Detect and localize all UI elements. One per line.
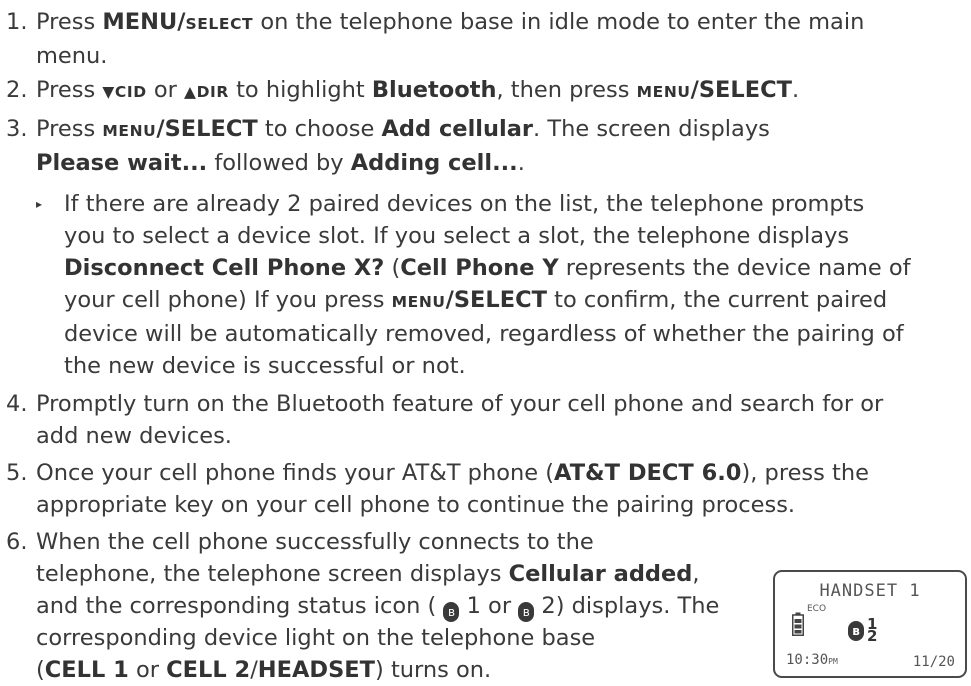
disconnect-term: Disconnect Cell Phone X? <box>64 255 385 281</box>
battery-icon <box>792 612 804 645</box>
select-key: SELECT <box>185 15 254 33</box>
bullet-note: ▸ If there are already 2 paired devices … <box>0 188 964 382</box>
menu-key: MENU <box>102 122 157 140</box>
select-key: /SELECT <box>445 287 547 313</box>
step-3: 3. Press MENU/SELECT to choose Add cellu… <box>0 113 971 179</box>
select-key: /SELECT <box>156 116 258 142</box>
select-key: /SELECT <box>690 77 792 103</box>
please-wait-term: Please wait... <box>36 150 208 176</box>
bluetooth-icon: ʙ <box>518 602 535 622</box>
manual-page: 1. Press MENU/SELECT on the telephone ba… <box>0 0 971 683</box>
bluetooth-icon: ʙ <box>443 602 460 622</box>
menu-key: MENU <box>636 83 691 101</box>
cell-1-term: CELL 1 <box>44 657 129 683</box>
step-number: 4. <box>6 391 28 417</box>
step-2: 2. Press ▼CID or ▲DIR to highlight Bluet… <box>0 74 971 108</box>
menu-key: MENU/ <box>102 9 186 35</box>
headset-term: HEADSET <box>257 657 376 683</box>
date-display: 11/20 <box>912 654 955 670</box>
clock-time: 10:30PM <box>786 652 838 668</box>
dir-key: ▲DIR <box>184 83 229 101</box>
cellular-added-term: Cellular added <box>508 561 693 587</box>
dect-term: AT&T DECT 6.0 <box>554 460 742 486</box>
cid-key: ▼CID <box>102 83 147 101</box>
bullet-marker: ▸ <box>36 197 43 211</box>
step-number: 1. <box>6 9 28 35</box>
step-number: 6. <box>6 529 28 555</box>
step-number: 2. <box>6 77 28 103</box>
adding-cell-term: Adding cell... <box>350 150 518 176</box>
bluetooth-icon: ʙ <box>848 621 864 641</box>
cell-2-term: CELL 2 <box>166 657 251 683</box>
add-cellular-term: Add cellular <box>381 116 534 142</box>
handset-title: HANDSET 1 <box>819 581 921 601</box>
step-1: 1. Press MENU/SELECT on the telephone ba… <box>0 6 971 72</box>
menu-key: MENU <box>391 293 446 311</box>
step-4: 4. Promptly turn on the Bluetooth featur… <box>0 388 971 452</box>
bluetooth-status-icons: ʙ12 <box>848 617 877 644</box>
eco-indicator: ECO <box>807 604 827 614</box>
step-5: 5. Once your cell phone finds your AT&T … <box>0 457 971 521</box>
bluetooth-term: Bluetooth <box>371 77 497 103</box>
cell-phone-y-term: Cell Phone Y <box>400 255 559 281</box>
handset-screen-illustration: HANDSET 1 ECO ʙ12 10:30PM 11/20 <box>773 570 967 678</box>
step-number: 5. <box>6 460 28 486</box>
step-number: 3. <box>6 116 28 142</box>
